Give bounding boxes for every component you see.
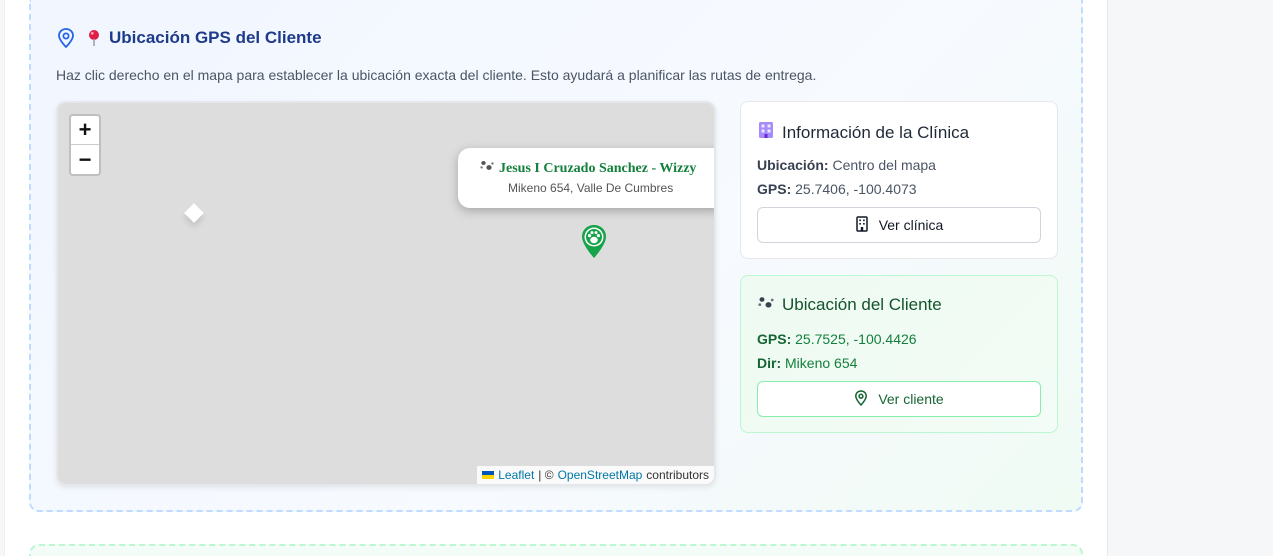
ukraine-flag-icon — [482, 471, 495, 479]
zoom-out-button[interactable]: − — [71, 145, 99, 174]
attribution-suffix: contributors — [646, 468, 709, 482]
section-title-text: Ubicación GPS del Cliente — [109, 28, 322, 47]
clinic-location-line: Ubicación: Centro del mapa — [757, 157, 936, 173]
clinic-info-header: Información de la Clínica — [758, 121, 969, 144]
map-pin-icon — [854, 389, 868, 409]
client-gps-label: GPS: — [757, 331, 792, 347]
client-address-line: Dir: Mikeno 654 — [757, 355, 857, 371]
zoom-control: + − — [69, 114, 101, 176]
zoom-in-button[interactable]: + — [71, 116, 99, 145]
popup-tip — [184, 203, 204, 223]
leaflet-link[interactable]: Leaflet — [498, 468, 534, 482]
client-address-label: Dir: — [757, 355, 782, 371]
attribution-separator: | © — [538, 468, 554, 482]
popup-title: Jesus I Cruzado Sanchez - Wizzy — [480, 160, 696, 177]
round-pushpin-emoji-icon — [87, 29, 101, 47]
clinic-building-emoji-icon — [758, 121, 774, 144]
client-address-value: Mikeno 654 — [785, 355, 858, 371]
clinic-gps-line: GPS: 25.7406, -100.4073 — [757, 181, 917, 197]
popup-title-text: Jesus I Cruzado Sanchez - Wizzy — [499, 160, 697, 176]
view-client-button[interactable]: Ver cliente — [757, 381, 1041, 417]
map-attribution: Leaflet | © OpenStreetMap contributors — [477, 466, 714, 484]
gps-location-card: Ubicación GPS del Cliente Haz clic derec… — [29, 0, 1083, 512]
map-pin-outline-icon — [56, 27, 76, 49]
map-view[interactable]: + − Jesus I Cruzado Sanchez - Wizzy Mike… — [56, 101, 716, 486]
client-gps-line: GPS: 25.7525, -100.4426 — [757, 331, 917, 347]
view-clinic-label: Ver clínica — [878, 217, 944, 233]
popup-subtitle: Mikeno 654, Valle De Cumbres — [508, 181, 674, 195]
clinic-location-value: Centro del mapa — [832, 157, 936, 173]
clinic-info-title: Información de la Clínica — [782, 122, 970, 142]
view-client-label: Ver cliente — [878, 391, 944, 407]
client-info-card: Ubicación del Cliente GPS: 25.7525, -100… — [740, 275, 1058, 433]
client-info-title: Ubicación del Cliente — [782, 295, 942, 314]
map-popup: Jesus I Cruzado Sanchez - Wizzy Mikeno 6… — [458, 148, 714, 208]
instructions-text: Haz clic derecho en el mapa para estable… — [56, 67, 817, 83]
view-clinic-button[interactable]: Ver clínica — [757, 207, 1041, 243]
page: Ubicación GPS del Cliente Haz clic derec… — [0, 0, 1273, 556]
paw-marker-icon[interactable] — [579, 223, 609, 261]
clinic-info-card: Información de la Clínica Ubicación: Cen… — [740, 101, 1058, 259]
client-info-header: Ubicación del Cliente — [758, 295, 942, 315]
paw-prints-icon — [480, 160, 494, 177]
next-section-card — [29, 544, 1083, 556]
clinic-location-label: Ubicación: — [757, 157, 829, 173]
section-title: Ubicación GPS del Cliente — [56, 27, 322, 49]
paw-prints-icon — [758, 295, 774, 315]
building-icon — [855, 215, 869, 235]
client-gps-value: 25.7525, -100.4426 — [795, 331, 917, 347]
clinic-gps-value: 25.7406, -100.4073 — [795, 181, 917, 197]
openstreetmap-link[interactable]: OpenStreetMap — [558, 468, 643, 482]
clinic-gps-label: GPS: — [757, 181, 792, 197]
